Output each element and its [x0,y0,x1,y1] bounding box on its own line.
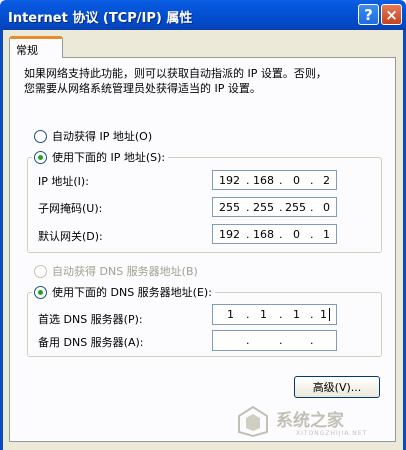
advanced-button-label: 高级(V)... [312,381,362,394]
close-button[interactable]: × [381,4,402,25]
mask-dot: . [279,201,283,214]
gateway-octet-3: 0 [293,228,300,241]
tab-general-label: 常规 [16,44,38,57]
mask-dot: . [310,201,314,214]
gateway-dot: . [279,228,283,241]
ip-dot: . [279,174,283,187]
preferred-dns-label: 首选 DNS 服务器(P): [38,313,143,326]
auto-dns-option[interactable]: 自动获得 DNS 服务器地址(B) [34,263,198,279]
watermark-logo-icon [238,405,268,438]
mask-octet-2: 255 [253,201,274,214]
title-bar[interactable]: Internet 协议 (TCP/IP) 属性 ? × [0,0,406,30]
mask-dot: . [246,201,250,214]
pdns-octet-2: 1 [260,308,267,321]
adns-dot: . [246,334,250,347]
pdns-dot: . [310,308,314,321]
ip-address-input[interactable]: 192 . 168 . 0 . 2 [212,170,337,190]
pdns-octet-4: 1 [320,308,327,321]
gateway-label: 默认网关(D): [38,230,103,243]
watermark-text: 系统之家 [276,411,344,431]
gateway-dot: . [246,228,250,241]
close-icon: × [385,5,398,24]
watermark: 系统之家 XITONGZHIJIA.NET [236,404,401,444]
manual-dns-label: 使用下面的 DNS 服务器地址(E): [52,286,212,299]
mask-octet-3: 255 [285,201,306,214]
description-text: 如果网络支持此功能，则可以获取自动指派的 IP 设置。否则， 您需要从网络系统管… [24,66,384,96]
watermark-subtext: XITONGZHIJIA.NET [296,430,368,437]
manual-ip-option[interactable]: 使用下面的 IP 地址(S): [32,149,169,165]
auto-dns-radio[interactable] [34,264,47,278]
manual-ip-label: 使用下面的 IP 地址(S): [52,151,166,164]
alternate-dns-label: 备用 DNS 服务器(A): [38,336,144,349]
subnet-mask-input[interactable]: 255 . 255 . 255 . 0 [212,197,337,217]
pdns-octet-1: 1 [227,308,234,321]
ip-address-label: IP 地址(I): [38,175,89,188]
pdns-dot: . [279,308,283,321]
ip-octet-3: 0 [293,174,300,187]
subnet-mask-label: 子网掩码(U): [38,202,103,215]
auto-ip-radio[interactable] [34,129,47,143]
ip-octet-4: 2 [323,174,330,187]
gateway-dot: . [310,228,314,241]
description-line-1: 如果网络支持此功能，则可以获取自动指派的 IP 设置。否则， [24,67,327,80]
adns-dot: . [310,334,314,347]
gateway-octet-2: 168 [253,228,274,241]
mask-octet-1: 255 [219,201,240,214]
alternate-dns-input[interactable]: . . . [212,330,337,351]
ip-dot: . [310,174,314,187]
pdns-dot: . [246,308,250,321]
tab-general[interactable]: 常规 [9,36,63,58]
manual-dns-radio[interactable] [34,285,47,299]
gateway-octet-1: 192 [219,228,240,241]
ip-octet-2: 168 [253,174,274,187]
mask-octet-4: 0 [323,201,330,214]
help-button[interactable]: ? [358,4,379,25]
advanced-button[interactable]: 高级(V)... [294,376,380,398]
pdns-octet-3: 1 [293,308,300,321]
gateway-octet-4: 1 [323,228,330,241]
ip-dot: . [246,174,250,187]
help-icon: ? [364,5,373,24]
text-caret [329,308,330,321]
gateway-input[interactable]: 192 . 168 . 0 . 1 [212,224,337,244]
window-title: Internet 协议 (TCP/IP) 属性 [8,11,193,26]
auto-ip-option[interactable]: 自动获得 IP 地址(O) [34,128,152,144]
description-line-2: 您需要从网络系统管理员处获得适当的 IP 设置。 [24,82,261,95]
preferred-dns-input[interactable]: 1 . 1 . 1 . 1 [212,304,337,325]
adns-dot: . [279,334,283,347]
auto-ip-label: 自动获得 IP 地址(O) [52,130,153,143]
auto-dns-label: 自动获得 DNS 服务器地址(B) [52,265,198,278]
manual-ip-radio[interactable] [34,150,47,164]
ip-octet-1: 192 [219,174,240,187]
manual-dns-option[interactable]: 使用下面的 DNS 服务器地址(E): [32,284,215,300]
